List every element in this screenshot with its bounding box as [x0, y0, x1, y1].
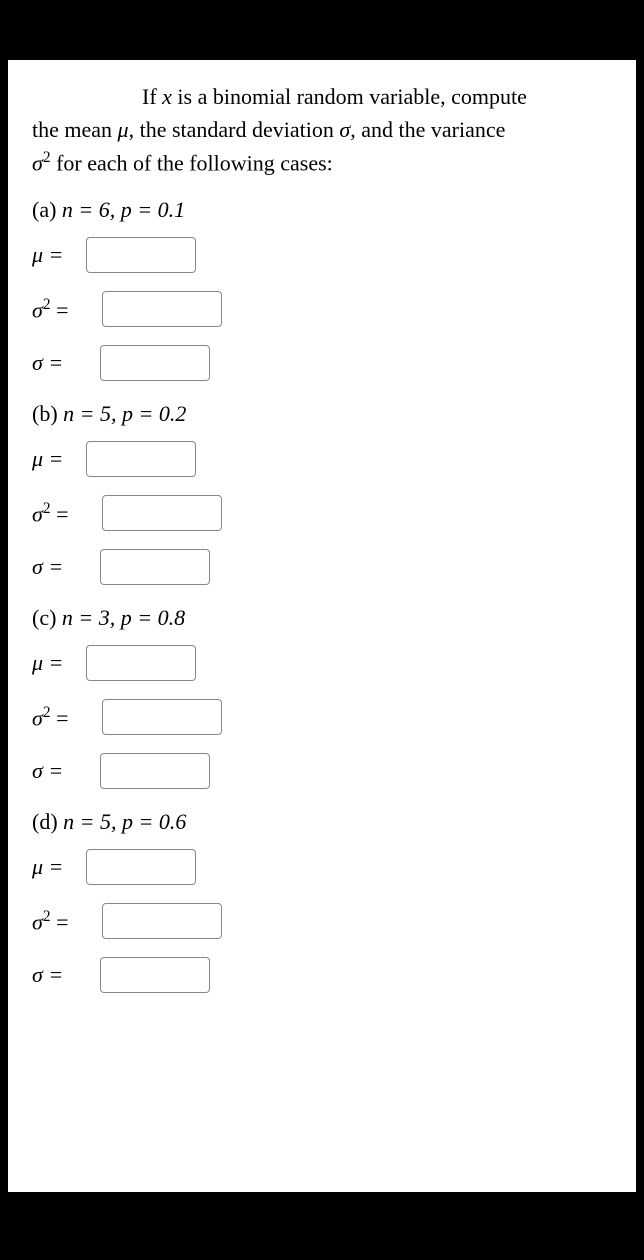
case-a-header: (a) n = 6, p = 0.1: [32, 197, 612, 223]
variance-row: σ2 =: [32, 903, 612, 939]
exponent: 2: [43, 149, 51, 166]
mu-label: μ =: [32, 242, 86, 268]
sigma-row: σ =: [32, 957, 612, 993]
case-letter: (b): [32, 401, 63, 426]
case-b-header: (b) n = 5, p = 0.2: [32, 401, 612, 427]
mu-label: μ =: [32, 650, 86, 676]
variance-label: σ2 =: [32, 500, 102, 527]
mu-row: μ =: [32, 849, 612, 885]
case-d-header: (d) n = 5, p = 0.6: [32, 809, 612, 835]
mu-label: μ =: [32, 854, 86, 880]
sigma-row: σ =: [32, 549, 612, 585]
variance-row: σ2 =: [32, 699, 612, 735]
case-params: n = 6, p = 0.1: [62, 197, 185, 222]
intro-text: is a binomial random variable, compute: [172, 84, 527, 109]
sigma-input-b[interactable]: [100, 549, 210, 585]
sigma-label: σ =: [32, 758, 86, 784]
case-letter: (a): [32, 197, 62, 222]
mu-label: μ =: [32, 446, 86, 472]
variance-input-c[interactable]: [102, 699, 222, 735]
sigma-row: σ =: [32, 753, 612, 789]
case-c: (c) n = 3, p = 0.8 μ = σ2 = σ =: [32, 605, 612, 789]
variance-label: σ2 =: [32, 908, 102, 935]
variance-label: σ2 =: [32, 296, 102, 323]
case-letter: (d): [32, 809, 63, 834]
case-c-header: (c) n = 3, p = 0.8: [32, 605, 612, 631]
intro-text: If: [142, 84, 162, 109]
var-x: x: [162, 84, 172, 109]
intro-text: , the standard deviation: [129, 117, 340, 142]
variance-input-b[interactable]: [102, 495, 222, 531]
variance-input-a[interactable]: [102, 291, 222, 327]
mu-symbol: μ: [118, 117, 129, 142]
sigma-label: σ =: [32, 962, 86, 988]
case-a: (a) n = 6, p = 0.1 μ = σ2 = σ =: [32, 197, 612, 381]
variance-row: σ2 =: [32, 495, 612, 531]
variance-row: σ2 =: [32, 291, 612, 327]
case-params: n = 5, p = 0.2: [63, 401, 186, 426]
case-d: (d) n = 5, p = 0.6 μ = σ2 = σ =: [32, 809, 612, 993]
sigma-input-d[interactable]: [100, 957, 210, 993]
case-letter: (c): [32, 605, 62, 630]
intro-text: the mean: [32, 117, 118, 142]
intro-text: for each of the following cases:: [51, 150, 333, 175]
sigma-symbol: σ: [32, 150, 43, 175]
sigma-label: σ =: [32, 350, 86, 376]
variance-label: σ2 =: [32, 704, 102, 731]
sigma-input-a[interactable]: [100, 345, 210, 381]
mu-input-c[interactable]: [86, 645, 196, 681]
mu-row: μ =: [32, 441, 612, 477]
sigma-label: σ =: [32, 554, 86, 580]
mu-input-b[interactable]: [86, 441, 196, 477]
sigma-symbol: σ: [339, 117, 350, 142]
variance-input-d[interactable]: [102, 903, 222, 939]
mu-input-a[interactable]: [86, 237, 196, 273]
sigma-input-c[interactable]: [100, 753, 210, 789]
intro-text: , and the variance: [350, 117, 505, 142]
sigma-row: σ =: [32, 345, 612, 381]
problem-intro: If x is a binomial random variable, comp…: [32, 80, 612, 179]
mu-row: μ =: [32, 237, 612, 273]
page-content: If x is a binomial random variable, comp…: [8, 60, 636, 1192]
mu-input-d[interactable]: [86, 849, 196, 885]
case-params: n = 5, p = 0.6: [63, 809, 186, 834]
case-b: (b) n = 5, p = 0.2 μ = σ2 = σ =: [32, 401, 612, 585]
case-params: n = 3, p = 0.8: [62, 605, 185, 630]
mu-row: μ =: [32, 645, 612, 681]
